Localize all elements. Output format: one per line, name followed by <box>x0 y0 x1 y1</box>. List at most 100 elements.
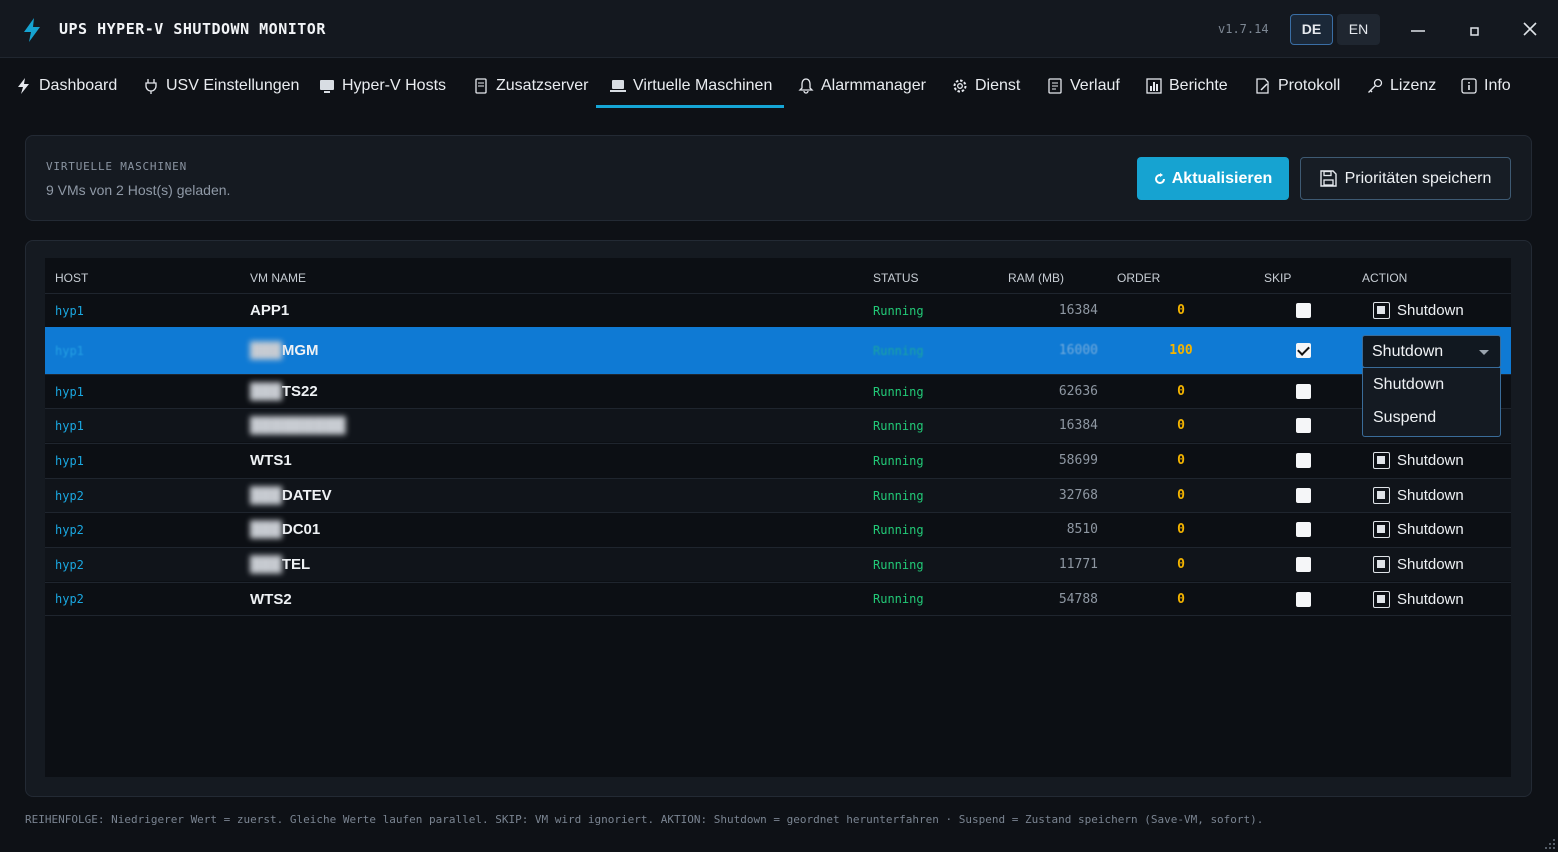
column-header-action[interactable]: ACTION <box>1362 271 1407 285</box>
info-icon <box>1461 78 1477 94</box>
host-cell: hyp1 <box>55 384 84 399</box>
table-row[interactable]: hyp1 ███ TS22 Running 62636 0 <box>45 374 1511 408</box>
host-cell: hyp1 <box>55 303 84 318</box>
order-cell[interactable]: 0 <box>1155 583 1207 615</box>
vm-name-visible: DATEV <box>281 487 332 504</box>
lang-en-button[interactable]: EN <box>1337 14 1380 45</box>
column-header-status[interactable]: STATUS <box>873 271 919 285</box>
action-select[interactable]: Shutdown <box>1373 444 1464 477</box>
ram-cell: 58699 <box>1058 453 1098 468</box>
tab-lizenz[interactable]: Lizenz <box>1367 75 1436 97</box>
ram-cell: 32768 <box>1058 488 1098 503</box>
tab-info[interactable]: Info <box>1461 75 1511 97</box>
action-dropdown-menu: Shutdown Suspend <box>1362 368 1501 437</box>
tab-verlauf[interactable]: Verlauf <box>1047 75 1120 97</box>
column-header-vm-name[interactable]: VM NAME <box>250 271 306 285</box>
tab-label: Zusatzserver <box>496 77 589 94</box>
table-row-selected[interactable]: hyp1 ███ MGM Running 16000 100 <box>45 327 1511 374</box>
dropdown-option-shutdown[interactable]: Shutdown <box>1373 376 1444 394</box>
app-title: UPS HYPER-V SHUTDOWN MONITOR <box>59 20 326 38</box>
vm-count-text: 9 VMs von 2 Host(s) geladen. <box>46 182 231 198</box>
table-row[interactable]: hyp2 WTS2 Running 54788 0 Shutdown <box>45 582 1511 616</box>
ram-cell: 11771 <box>1058 557 1098 572</box>
tab-virtuelle-maschinen[interactable]: Virtuelle Maschinen <box>610 75 772 97</box>
skip-checkbox[interactable] <box>1295 303 1311 318</box>
maximize-icon[interactable] <box>1463 18 1485 40</box>
action-select[interactable]: Shutdown <box>1373 548 1464 581</box>
close-icon[interactable] <box>1519 18 1541 40</box>
action-select[interactable]: Shutdown <box>1373 479 1464 512</box>
resize-grip-icon[interactable] <box>1542 836 1556 850</box>
tab-alarmmanager[interactable]: Alarmmanager <box>798 75 926 97</box>
order-cell[interactable]: 0 <box>1155 375 1207 408</box>
dropdown-option-suspend[interactable]: Suspend <box>1373 409 1436 427</box>
tab-label: Dienst <box>975 77 1021 94</box>
table-row[interactable]: hyp1 WTS1 Running 58699 0 Shutdown <box>45 443 1511 477</box>
redacted-text: ███ <box>250 342 282 359</box>
column-header-ram[interactable]: RAM (MB) <box>1008 271 1064 285</box>
host-cell: hyp1 <box>55 343 84 358</box>
order-cell[interactable]: 0 <box>1155 513 1207 546</box>
stop-icon <box>1373 556 1390 573</box>
skip-checkbox[interactable] <box>1295 453 1311 468</box>
skip-checkbox[interactable] <box>1295 343 1311 358</box>
tab-label: USV Einstellungen <box>166 77 300 94</box>
tab-dashboard[interactable]: Dashboard <box>16 75 117 97</box>
tab-label: Protokoll <box>1278 77 1341 94</box>
order-cell[interactable]: 0 <box>1155 444 1207 477</box>
stop-icon <box>1373 590 1390 608</box>
skip-checkbox[interactable] <box>1295 591 1311 607</box>
tab-dienst[interactable]: Dienst <box>952 75 1020 97</box>
table-row[interactable]: hyp2 ███ DATEV Running 32768 0 Shutdown <box>45 478 1511 512</box>
refresh-button[interactable]: Aktualisieren <box>1137 157 1289 200</box>
minimize-icon[interactable] <box>1407 18 1429 40</box>
action-select[interactable]: Shutdown <box>1373 583 1464 615</box>
chevron-down-icon <box>1479 350 1489 355</box>
tab-protokoll[interactable]: Protokoll <box>1255 75 1340 97</box>
order-cell[interactable]: 0 <box>1155 294 1207 327</box>
skip-checkbox[interactable] <box>1295 488 1311 503</box>
tab-usv-einstellungen[interactable]: USV Einstellungen <box>143 75 299 97</box>
vm-name-visible: MGM <box>281 342 319 359</box>
host-cell: hyp2 <box>55 488 84 503</box>
column-header-order[interactable]: ORDER <box>1117 271 1160 285</box>
table-row[interactable]: hyp2 ███ TEL Running 11771 0 Shutdown <box>45 547 1511 581</box>
table-row[interactable]: hyp1 █████████ Running 16384 0 <box>45 408 1511 442</box>
lang-de-button[interactable]: DE <box>1290 14 1333 45</box>
order-cell[interactable]: 0 <box>1155 479 1207 512</box>
tab-hyperv-hosts[interactable]: Hyper-V Hosts <box>319 75 446 97</box>
host-cell: hyp2 <box>55 522 84 537</box>
stop-icon <box>1373 487 1390 504</box>
status-cell: Running <box>873 557 924 572</box>
order-cell[interactable]: 0 <box>1155 548 1207 581</box>
column-header-host[interactable]: HOST <box>55 271 88 285</box>
skip-checkbox[interactable] <box>1295 522 1311 537</box>
ram-cell: 16384 <box>1058 303 1098 318</box>
host-cell: hyp1 <box>55 418 84 433</box>
active-tab-indicator <box>596 105 784 108</box>
action-select[interactable]: Shutdown <box>1373 513 1464 546</box>
refresh-icon <box>1154 172 1165 184</box>
skip-checkbox[interactable] <box>1295 557 1311 572</box>
tab-berichte[interactable]: Berichte <box>1146 75 1228 97</box>
ram-cell: 16384 <box>1058 418 1098 433</box>
action-select[interactable]: Shutdown <box>1373 294 1464 327</box>
action-dropdown[interactable]: Shutdown <box>1362 335 1501 368</box>
column-header-skip[interactable]: SKIP <box>1264 271 1291 285</box>
skip-checkbox[interactable] <box>1295 384 1311 399</box>
skip-checkbox[interactable] <box>1295 418 1311 433</box>
gear-icon <box>953 79 967 93</box>
bar-chart-icon <box>1146 78 1162 94</box>
table-row[interactable]: hyp1 APP1 Running 16384 0 Shutdown <box>45 293 1511 327</box>
lightning-icon <box>24 18 40 42</box>
table-row[interactable]: hyp2 ███ DC01 Running 8510 0 Shutdown <box>45 512 1511 546</box>
tab-label: Verlauf <box>1070 77 1120 94</box>
tab-zusatzserver[interactable]: Zusatzserver <box>473 75 588 97</box>
order-cell[interactable]: 0 <box>1155 409 1207 442</box>
order-cell[interactable]: 100 <box>1155 327 1207 374</box>
ram-cell: 54788 <box>1058 591 1098 607</box>
save-priorities-button[interactable]: Prioritäten speichern <box>1300 157 1511 200</box>
tab-label: Info <box>1484 77 1511 94</box>
vm-name-cell: WTS2 <box>250 590 292 608</box>
action-label: Shutdown <box>1397 521 1464 538</box>
